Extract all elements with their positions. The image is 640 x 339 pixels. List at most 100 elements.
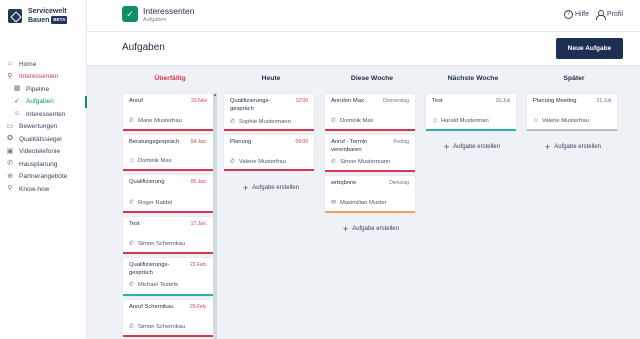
task-card[interactable]: Anruf - Termin vereinbaren Freitag ✆ Simo… bbox=[325, 135, 415, 172]
gift-icon: ⊕ bbox=[7, 172, 13, 180]
task-title: Planung Meeting bbox=[533, 98, 577, 104]
check-circle-icon: ✓ bbox=[14, 97, 20, 105]
status-bar bbox=[123, 335, 213, 337]
task-date: 12:00 bbox=[295, 98, 308, 104]
add-task-today[interactable]: + Aufgabe erstellen bbox=[243, 183, 299, 193]
phone-icon: ✆ bbox=[129, 118, 135, 124]
beta-badge: BETA bbox=[51, 16, 68, 24]
task-card[interactable]: Beratungsgespräch 04.Jan. ☺ Dominik Max bbox=[123, 135, 213, 171]
task-card[interactable]: Planung Meeting 31.Juli ☺ Valerie Musterf… bbox=[527, 94, 617, 131]
task-date: 05.Jan. bbox=[190, 179, 207, 185]
task-contact[interactable]: ✆ Valerie Musterfrau bbox=[230, 159, 286, 165]
task-contact[interactable]: ☺ Dominik Max bbox=[129, 158, 172, 164]
task-date: 31.Juli bbox=[596, 98, 611, 104]
person-icon: ☺ bbox=[13, 110, 21, 118]
sidebar-item-videotelefonie[interactable]: ▣ Videotelefonie bbox=[0, 146, 87, 159]
phone-icon: ✆ bbox=[230, 119, 236, 125]
task-contact[interactable]: ☺ Valerie Musterfrau bbox=[533, 118, 589, 124]
add-task-next-week[interactable]: + Aufgabe erstellen bbox=[444, 142, 500, 152]
profile-icon bbox=[596, 10, 606, 20]
task-card[interactable]: Qualifizierungs-gespräch 22.Feb. ✆ Michae… bbox=[123, 258, 213, 296]
status-bar bbox=[325, 129, 415, 131]
add-task-this-week[interactable]: + Aufgabe erstellen bbox=[343, 224, 399, 234]
brand-logo-icon bbox=[8, 9, 22, 23]
sidebar-item-label: Partnerangebote bbox=[19, 173, 68, 181]
status-bar bbox=[527, 129, 617, 131]
task-title: Test bbox=[129, 221, 140, 227]
task-card[interactable]: Planung 09:00 ✆ Valerie Musterfrau bbox=[224, 135, 314, 171]
sidebar-item-label: Videotelefonie bbox=[19, 148, 61, 156]
task-date: 22.Feb. bbox=[190, 262, 207, 268]
sidebar-item-partnerangebote[interactable]: ⊕ Partnerangebote bbox=[0, 171, 87, 184]
phone-icon: ✆ bbox=[230, 159, 236, 165]
task-contact[interactable]: ✆ Roger Rabbit bbox=[129, 200, 172, 206]
phone-icon: ✆ bbox=[129, 241, 135, 247]
sidebar-item-label: Interessenten bbox=[19, 73, 59, 81]
task-contact[interactable]: ✆ Michael Testefe bbox=[129, 282, 178, 288]
task-card[interactable]: Test 17.Jan. ✆ Simon Schernikau bbox=[123, 217, 213, 254]
new-task-button[interactable]: Neue Aufgabe bbox=[556, 38, 623, 59]
task-contact[interactable]: ☺ Harald Musterman bbox=[432, 118, 489, 124]
sidebar-item-pipeline[interactable]: ▦ Pipeline bbox=[0, 83, 87, 96]
task-title: Test bbox=[432, 98, 443, 104]
task-contact[interactable]: ✉ Maximilian Muster bbox=[331, 200, 387, 206]
sidebar-item-label: Interessenten bbox=[26, 110, 66, 118]
task-card[interactable]: Qualifizierung 05.Jan. ✆ Roger Rabbit bbox=[123, 175, 213, 213]
sidebar: Servicewelt Bauen BETA ⌂ Home ⚲ Interesse… bbox=[0, 0, 87, 339]
task-date: 04.Jan. bbox=[190, 139, 207, 145]
plus-icon: + bbox=[243, 183, 249, 193]
task-date: 29.Feb. bbox=[190, 304, 207, 310]
task-date: Freitag bbox=[393, 139, 409, 145]
profile-link[interactable]: Profil bbox=[596, 10, 623, 20]
sidebar-item-interessenten[interactable]: ⚲ Interessenten bbox=[0, 71, 87, 84]
scroll-up-arrow-icon[interactable]: ▲ bbox=[213, 93, 217, 97]
mail-icon: ✉ bbox=[331, 200, 337, 206]
status-bar bbox=[123, 294, 213, 296]
add-task-later[interactable]: + Aufgabe erstellen bbox=[545, 142, 601, 152]
status-bar bbox=[123, 169, 213, 171]
pin-icon: ⚲ bbox=[7, 185, 13, 193]
sidebar-item-aufgaben[interactable]: ✓ Aufgaben bbox=[0, 95, 87, 109]
page-title: Aufgaben bbox=[122, 42, 165, 53]
overdue-scrollbar[interactable] bbox=[213, 93, 217, 339]
status-bar bbox=[123, 211, 213, 213]
sidebar-item-home[interactable]: ⌂ Home bbox=[0, 58, 87, 71]
page-header: Aufgaben Neue Aufgabe bbox=[87, 32, 640, 66]
column-header-overdue: Überfällig bbox=[154, 75, 186, 82]
task-title: Qualifizierungs-gespräch bbox=[230, 98, 271, 112]
sidebar-item-bewertungen[interactable]: ▭ Bewertungen bbox=[0, 121, 87, 134]
brand-name-line2: Bauen bbox=[28, 16, 50, 24]
sidebar-item-label: Qualitätssiegel bbox=[19, 135, 62, 143]
task-card[interactable]: Test 26.Juli ☺ Harald Musterman bbox=[426, 94, 516, 131]
column-header-this-week: Diese Woche bbox=[350, 75, 394, 82]
sidebar-item-qualitaetssiegel[interactable]: ✪ Qualitätssiegel bbox=[0, 133, 87, 146]
sidebar-item-label: Bewertungen bbox=[19, 123, 58, 131]
help-link[interactable]: ? Hilfe bbox=[564, 10, 589, 19]
task-card[interactable]: Anruf Schernikau 29.Feb. ✆ Simon Schernik… bbox=[123, 300, 213, 337]
task-card[interactable]: Anrufen Max Donnerstag ✆ Dominik Max bbox=[325, 94, 415, 131]
status-bar bbox=[325, 170, 415, 172]
task-contact[interactable]: ✆ Marie Musterfrau bbox=[129, 118, 182, 124]
video-icon: ▣ bbox=[6, 147, 14, 155]
task-card[interactable]: wrbqbnrw Dienstag ✉ Maximilian Muster bbox=[325, 176, 415, 213]
phone-icon: ✆ bbox=[331, 159, 337, 165]
task-title: Qualifizierung bbox=[129, 179, 165, 185]
person-icon: ☺ bbox=[533, 118, 540, 124]
column-header-today: Heute bbox=[261, 75, 281, 82]
task-date: 17.Jan. bbox=[190, 221, 207, 227]
sidebar-item-know-how[interactable]: ⚲ Know-how bbox=[0, 183, 87, 196]
sidebar-item-hausplanung[interactable]: ✆ Hausplanung bbox=[0, 158, 87, 171]
person-icon: ☺ bbox=[129, 158, 136, 164]
sidebar-item-interessenten-list[interactable]: ☺ Interessenten bbox=[0, 108, 87, 121]
task-card[interactable]: Qualifizierungs-gespräch 12:00 ✆ Sophie M… bbox=[224, 94, 314, 131]
task-contact[interactable]: ✆ Simon Mustermann bbox=[331, 159, 390, 165]
status-bar bbox=[224, 129, 314, 131]
task-card[interactable]: Anruf 23.Nov ✆ Marie Musterfrau bbox=[123, 94, 213, 131]
task-contact[interactable]: ✆ Dominik Max bbox=[331, 118, 374, 124]
plus-icon: + bbox=[343, 224, 349, 234]
brand-logo[interactable]: Servicewelt Bauen BETA bbox=[8, 8, 68, 25]
app-subtitle: Aufgaben bbox=[143, 17, 167, 23]
task-contact[interactable]: ✆ Simon Schernikau bbox=[129, 324, 185, 330]
task-contact[interactable]: ✆ Sophie Mustermann bbox=[230, 119, 291, 125]
task-contact[interactable]: ✆ Simon Schernikau bbox=[129, 241, 185, 247]
